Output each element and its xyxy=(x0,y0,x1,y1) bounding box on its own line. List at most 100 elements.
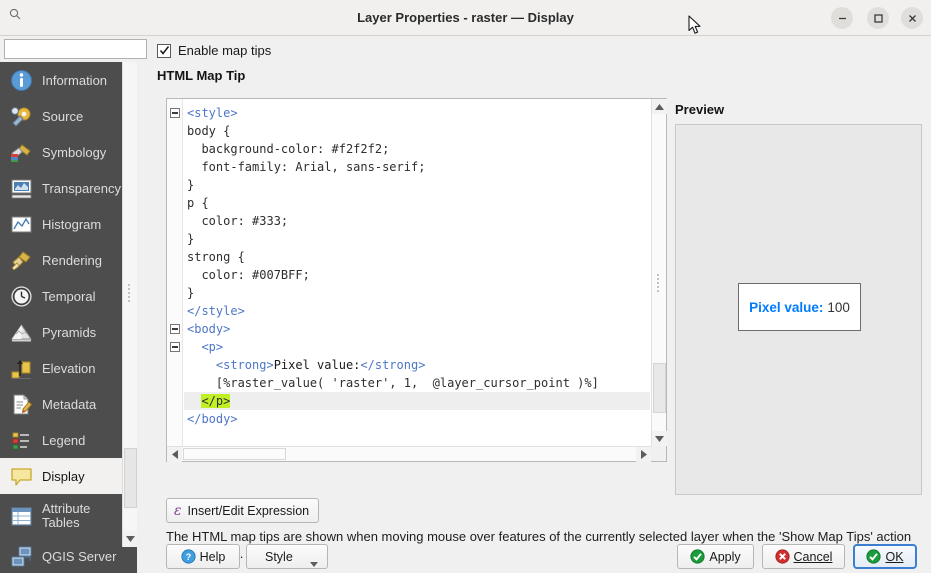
sidebar: Information Source xyxy=(0,36,137,573)
fold-toggle-icon[interactable] xyxy=(170,108,180,118)
editor-line[interactable]: } xyxy=(184,176,650,194)
scroll-down-arrow-icon[interactable] xyxy=(652,431,667,446)
transparency-icon xyxy=(8,175,34,201)
window-title: Layer Properties - raster — Display xyxy=(0,0,931,36)
apply-button[interactable]: Apply xyxy=(677,544,754,569)
editor-line[interactable]: <p> xyxy=(184,338,650,356)
map-tip-label: Pixel value: xyxy=(749,300,823,315)
ok-button-label: OK xyxy=(885,550,903,564)
main-panel: Enable map tips HTML Map Tip <style>body… xyxy=(152,36,931,573)
epsilon-icon: ε xyxy=(174,503,182,519)
close-circle-icon xyxy=(775,549,790,564)
html-map-tip-heading: HTML Map Tip xyxy=(157,68,245,83)
title-bar: Layer Properties - raster — Display xyxy=(0,0,931,36)
source-icon xyxy=(8,103,34,129)
cancel-button[interactable]: Cancel xyxy=(762,544,845,569)
enable-map-tips-row[interactable]: Enable map tips xyxy=(157,43,271,58)
sidebar-item-label: Temporal xyxy=(42,289,95,304)
editor-vertical-scrollbar[interactable] xyxy=(651,99,666,446)
fold-toggle-icon[interactable] xyxy=(170,342,180,352)
close-button[interactable] xyxy=(901,7,923,29)
sidebar-item-label: Legend xyxy=(42,433,85,448)
scroll-left-arrow-icon[interactable] xyxy=(167,447,182,462)
editor-code-area[interactable]: <style>body { background-color: #f2f2f2;… xyxy=(184,99,650,445)
editor-horizontal-scrollbar[interactable] xyxy=(167,446,651,461)
sidebar-item-pyramids[interactable]: Pyramids xyxy=(0,314,137,350)
editor-line[interactable]: </p> xyxy=(184,392,650,410)
search-box-container xyxy=(0,36,151,62)
editor-line[interactable]: } xyxy=(184,230,650,248)
sidebar-item-metadata[interactable]: Metadata xyxy=(0,386,137,422)
minimize-button[interactable] xyxy=(831,7,853,29)
scroll-down-arrow-icon[interactable] xyxy=(123,531,137,547)
fold-toggle-icon[interactable] xyxy=(170,324,180,334)
scrollbar-corner xyxy=(651,446,666,461)
sidebar-item-source[interactable]: Source xyxy=(0,98,137,134)
editor-line[interactable]: font-family: Arial, sans-serif; xyxy=(184,158,650,176)
help-button-label: Help xyxy=(200,550,226,564)
editor-line[interactable]: } xyxy=(184,284,650,302)
sidebar-item-information[interactable]: Information xyxy=(0,62,137,98)
sidebar-item-label: QGIS Server xyxy=(42,549,116,564)
cancel-button-label: Cancel xyxy=(794,550,833,564)
sidebar-item-label: Pyramids xyxy=(42,325,96,340)
insert-edit-expression-button[interactable]: ε Insert/Edit Expression xyxy=(166,498,319,523)
sidebar-item-legend[interactable]: Legend xyxy=(0,422,137,458)
style-button-label: Style xyxy=(265,550,293,564)
sidebar-item-display[interactable]: Display xyxy=(0,458,137,494)
chevron-down-icon xyxy=(310,556,318,570)
editor-line[interactable]: body { xyxy=(184,122,650,140)
pyramids-icon xyxy=(8,319,34,345)
sidebar-item-attribute-tables[interactable]: Attribute Tables xyxy=(0,494,137,538)
style-button[interactable]: Style xyxy=(246,544,328,569)
html-map-tip-editor[interactable]: <style>body { background-color: #f2f2f2;… xyxy=(166,98,667,462)
elevation-icon xyxy=(8,355,34,381)
sidebar-item-label: Source xyxy=(42,109,83,124)
scrollbar-thumb[interactable] xyxy=(653,363,666,413)
editor-line[interactable]: </body> xyxy=(184,410,650,428)
sidebar-item-label: Transparency xyxy=(42,181,121,196)
scrollbar-thumb[interactable] xyxy=(124,448,137,508)
sidebar-scrollbar[interactable] xyxy=(122,36,137,547)
editor-fold-margin[interactable] xyxy=(167,99,183,461)
editor-line[interactable]: </style> xyxy=(184,302,650,320)
editor-line[interactable]: color: #007BFF; xyxy=(184,266,650,284)
metadata-icon xyxy=(8,391,34,417)
temporal-icon xyxy=(8,283,34,309)
map-tip-preview-card: Pixel value: 100 xyxy=(738,283,861,331)
editor-line[interactable]: background-color: #f2f2f2; xyxy=(184,140,650,158)
editor-line[interactable]: <strong>Pixel value:</strong> xyxy=(184,356,650,374)
sidebar-item-qgis-server[interactable]: QGIS Server xyxy=(0,538,137,573)
insert-edit-expression-label: Insert/Edit Expression xyxy=(188,504,310,518)
editor-line[interactable]: color: #333; xyxy=(184,212,650,230)
enable-map-tips-label: Enable map tips xyxy=(178,43,271,58)
sidebar-item-label: Elevation xyxy=(42,361,95,376)
map-tip-value: 100 xyxy=(827,300,850,315)
sidebar-item-transparency[interactable]: Transparency xyxy=(0,170,137,206)
sidebar-item-temporal[interactable]: Temporal xyxy=(0,278,137,314)
editor-line[interactable]: strong { xyxy=(184,248,650,266)
sidebar-item-histogram[interactable]: Histogram xyxy=(0,206,137,242)
editor-line[interactable]: p { xyxy=(184,194,650,212)
search-input[interactable] xyxy=(4,39,147,59)
editor-line[interactable]: <style> xyxy=(184,104,650,122)
sidebar-item-symbology[interactable]: Symbology xyxy=(0,134,137,170)
maximize-button[interactable] xyxy=(867,7,889,29)
histogram-icon xyxy=(8,211,34,237)
scroll-right-arrow-icon[interactable] xyxy=(636,447,651,462)
scroll-up-arrow-icon[interactable] xyxy=(652,99,667,114)
apply-button-label: Apply xyxy=(709,550,740,564)
editor-line[interactable]: <body> xyxy=(184,320,650,338)
information-icon xyxy=(8,67,34,93)
enable-map-tips-checkbox[interactable] xyxy=(157,44,171,58)
ok-button[interactable]: OK xyxy=(853,544,917,569)
sidebar-item-label: Metadata xyxy=(42,397,96,412)
sidebar-item-elevation[interactable]: Elevation xyxy=(0,350,137,386)
check-circle-icon xyxy=(866,549,881,564)
sidebar-item-rendering[interactable]: Rendering xyxy=(0,242,137,278)
help-button[interactable]: ? Help xyxy=(166,544,240,569)
scrollbar-thumb[interactable] xyxy=(183,448,286,460)
sidebar-item-label: Display xyxy=(42,469,85,484)
svg-text:?: ? xyxy=(185,552,191,562)
editor-line[interactable]: [%raster_value( 'raster', 1, @layer_curs… xyxy=(184,374,650,392)
